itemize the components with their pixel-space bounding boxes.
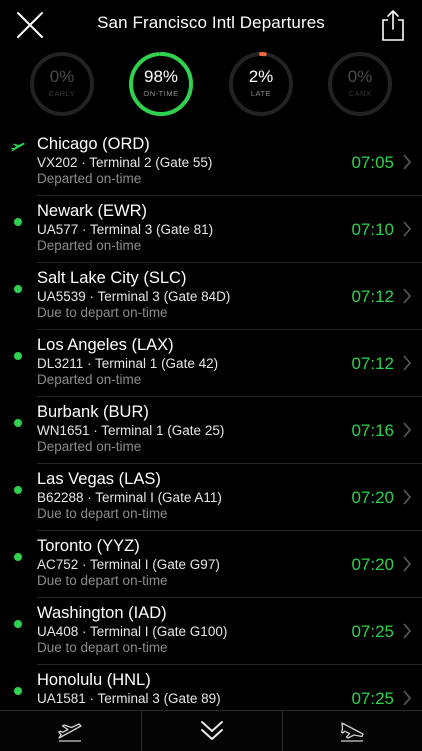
departure-time: 07:12 [351, 354, 394, 373]
stat-label: ON-TIME [143, 89, 179, 98]
departure-time: 07:25 [351, 689, 394, 708]
nav-header: San Francisco Intl Departures [0, 0, 422, 50]
page-title: San Francisco Intl Departures [97, 13, 325, 32]
stat-label: EARLY [48, 89, 76, 98]
destination-city: Los Angeles (LAX) [37, 336, 174, 354]
tab-collapse[interactable] [141, 711, 283, 751]
flight-row[interactable]: Los Angeles (LAX) DL3211 · Terminal 1 (G… [0, 329, 422, 396]
status-dot-icon [14, 486, 22, 494]
flight-row[interactable]: Newark (EWR) UA577 · Terminal 3 (Gate 81… [0, 195, 422, 262]
destination-city: Toronto (YYZ) [37, 537, 140, 555]
departure-time: 07:05 [351, 153, 394, 172]
flight-status: Due to depart on-time [37, 640, 168, 655]
stats-row: 0% EARLY 98% ON-TIME 2% LATE 0% CANX [0, 50, 422, 122]
flight-details: WN1651 · Terminal 1 (Gate 25) [37, 423, 225, 438]
tab-arrivals[interactable] [282, 711, 422, 751]
arrivals-icon [340, 722, 364, 742]
flight-details: B62288 · Terminal I (Gate A11) [37, 490, 222, 505]
departure-time: 07:16 [351, 421, 394, 440]
departure-time: 07:12 [351, 287, 394, 306]
flight-row[interactable]: Salt Lake City (SLC) UA5539 · Terminal 3… [0, 262, 422, 329]
chevron-right-icon [403, 489, 412, 505]
stat-early[interactable]: 0% EARLY [28, 50, 96, 118]
departure-time: 07:20 [351, 488, 394, 507]
status-dot-icon [14, 687, 22, 695]
flight-row[interactable]: Toronto (YYZ) AC752 · Terminal I (Gate G… [0, 530, 422, 597]
flight-details: UA577 · Terminal 3 (Gate 81) [37, 222, 214, 237]
flight-status: Due to depart on-time [37, 573, 168, 588]
destination-city: Newark (EWR) [37, 202, 147, 220]
flight-details: AC752 · Terminal I (Gate G97) [37, 557, 220, 572]
flight-details: DL3211 · Terminal 1 (Gate 42) [37, 356, 219, 371]
flight-details: UA5539 · Terminal 3 (Gate 84D) [37, 289, 231, 304]
destination-city: Burbank (BUR) [37, 403, 149, 421]
flight-status: Departed on-time [37, 372, 142, 387]
flight-details: UA408 · Terminal I (Gate G100) [37, 624, 228, 639]
flight-details: VX202 · Terminal 2 (Gate 55) [37, 155, 213, 170]
departed-plane-icon [11, 142, 25, 152]
destination-city: Salt Lake City (SLC) [37, 269, 187, 287]
chevron-right-icon [403, 355, 412, 371]
status-dot-icon [14, 419, 22, 427]
destination-city: Honolulu (HNL) [37, 671, 151, 689]
close-icon [17, 12, 43, 38]
share-button[interactable] [380, 8, 406, 42]
chevron-right-icon [403, 556, 412, 572]
stat-percent: 2% [248, 67, 274, 86]
stat-label: LATE [250, 89, 272, 98]
flight-row[interactable]: Las Vegas (LAS) B62288 · Terminal I (Gat… [0, 463, 422, 530]
status-dot-icon [14, 352, 22, 360]
stat-percent: 0% [49, 67, 75, 86]
status-dot-icon [14, 620, 22, 628]
status-dot-icon [14, 285, 22, 293]
flight-details: UA1581 · Terminal 3 (Gate 89) [37, 691, 221, 706]
flight-row[interactable]: Chicago (ORD) VX202 · Terminal 2 (Gate 5… [0, 128, 422, 195]
flight-status: Departed on-time [37, 171, 142, 186]
chevron-double-down-icon [201, 721, 223, 740]
status-dot-icon [14, 218, 22, 226]
chevron-right-icon [403, 422, 412, 438]
chevron-right-icon [403, 288, 412, 304]
flight-row[interactable]: Burbank (BUR) WN1651 · Terminal 1 (Gate … [0, 396, 422, 463]
destination-city: Chicago (ORD) [37, 135, 150, 153]
chevron-right-icon [403, 154, 412, 170]
bottom-tab-bar [0, 710, 422, 751]
departure-time: 07:10 [351, 220, 394, 239]
flight-status: Due to depart on-time [37, 506, 168, 521]
chevron-right-icon [403, 690, 412, 706]
status-dot-icon [14, 553, 22, 561]
chevron-right-icon [403, 623, 412, 639]
flight-status: Departed on-time [37, 238, 142, 253]
stat-label: CANX [348, 89, 372, 98]
close-button[interactable] [14, 9, 46, 41]
stat-late[interactable]: 2% LATE [227, 50, 295, 118]
destination-city: Washington (IAD) [37, 604, 167, 622]
stat-percent: 0% [347, 67, 373, 86]
destination-city: Las Vegas (LAS) [37, 470, 161, 488]
departure-time: 07:20 [351, 555, 394, 574]
departures-icon [58, 723, 82, 742]
stat-on-time[interactable]: 98% ON-TIME [127, 50, 195, 118]
tab-departures[interactable] [0, 711, 140, 751]
stat-percent: 98% [143, 67, 179, 86]
flight-row[interactable]: Honolulu (HNL) UA1581 · Terminal 3 (Gate… [0, 664, 422, 710]
departure-time: 07:25 [351, 622, 394, 641]
flight-row[interactable]: Washington (IAD) UA408 · Terminal I (Gat… [0, 597, 422, 664]
flight-status: Due to depart on-time [37, 305, 168, 320]
chevron-right-icon [403, 221, 412, 237]
share-icon [382, 10, 404, 41]
stat-canx[interactable]: 0% CANX [326, 50, 394, 118]
flight-status: Departed on-time [37, 439, 142, 454]
departures-list: Chicago (ORD) VX202 · Terminal 2 (Gate 5… [0, 128, 422, 710]
